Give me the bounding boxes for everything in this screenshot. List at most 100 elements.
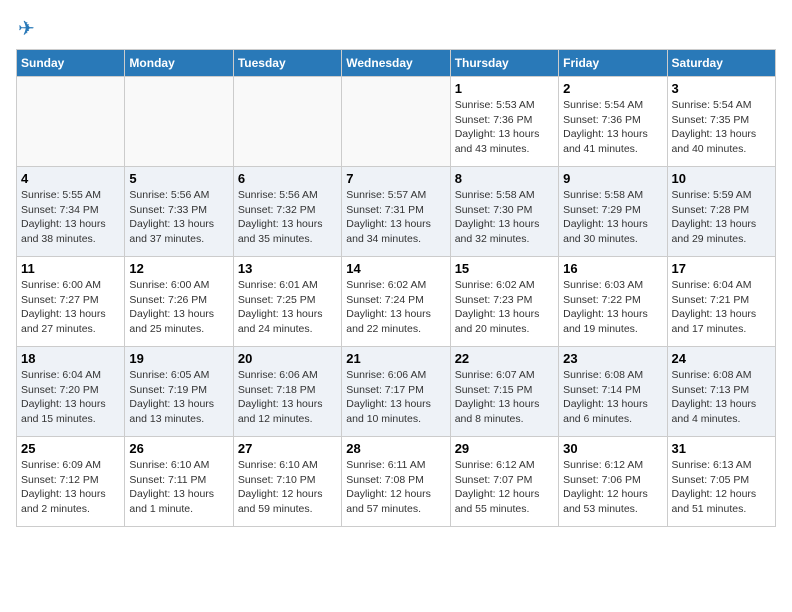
day-number: 8 bbox=[455, 171, 554, 186]
calendar-day-cell: 10 Sunrise: 5:59 AM Sunset: 7:28 PM Dayli… bbox=[667, 167, 775, 257]
day-number: 25 bbox=[21, 441, 120, 456]
day-info: Sunrise: 5:55 AM Sunset: 7:34 PM Dayligh… bbox=[21, 188, 120, 247]
day-info: Sunrise: 6:01 AM Sunset: 7:25 PM Dayligh… bbox=[238, 278, 337, 337]
weekday-header-tuesday: Tuesday bbox=[233, 50, 341, 77]
calendar-week-row: 1 Sunrise: 5:53 AM Sunset: 7:36 PM Daylig… bbox=[17, 77, 776, 167]
calendar-day-cell: 16 Sunrise: 6:03 AM Sunset: 7:22 PM Dayli… bbox=[559, 257, 667, 347]
calendar-day-cell: 31 Sunrise: 6:13 AM Sunset: 7:05 PM Dayli… bbox=[667, 437, 775, 527]
calendar-day-cell: 2 Sunrise: 5:54 AM Sunset: 7:36 PM Daylig… bbox=[559, 77, 667, 167]
calendar-day-cell bbox=[233, 77, 341, 167]
day-number: 1 bbox=[455, 81, 554, 96]
weekday-header-thursday: Thursday bbox=[450, 50, 558, 77]
day-number: 31 bbox=[672, 441, 771, 456]
calendar-day-cell: 19Sunrise: 6:05 AM Sunset: 7:19 PM Dayli… bbox=[125, 347, 233, 437]
day-number: 10 bbox=[672, 171, 771, 186]
calendar-day-cell: 18 Sunrise: 6:04 AM Sunset: 7:20 PM Dayli… bbox=[17, 347, 125, 437]
day-info: Sunrise: 6:07 AM Sunset: 7:15 PM Dayligh… bbox=[455, 368, 554, 427]
weekday-header-sunday: Sunday bbox=[17, 50, 125, 77]
calendar-week-row: 11Sunrise: 6:00 AM Sunset: 7:27 PM Dayli… bbox=[17, 257, 776, 347]
day-info: Sunrise: 6:08 AM Sunset: 7:13 PM Dayligh… bbox=[672, 368, 771, 427]
day-number: 12 bbox=[129, 261, 228, 276]
calendar-day-cell: 29 Sunrise: 6:12 AM Sunset: 7:07 PM Dayli… bbox=[450, 437, 558, 527]
day-number: 7 bbox=[346, 171, 445, 186]
day-number: 23 bbox=[563, 351, 662, 366]
calendar-week-row: 18 Sunrise: 6:04 AM Sunset: 7:20 PM Dayli… bbox=[17, 347, 776, 437]
day-info: Sunrise: 6:13 AM Sunset: 7:05 PM Dayligh… bbox=[672, 458, 771, 517]
day-info: Sunrise: 6:08 AM Sunset: 7:14 PM Dayligh… bbox=[563, 368, 662, 427]
calendar-day-cell: 3 Sunrise: 5:54 AM Sunset: 7:35 PM Daylig… bbox=[667, 77, 775, 167]
day-number: 13 bbox=[238, 261, 337, 276]
day-info: Sunrise: 5:58 AM Sunset: 7:29 PM Dayligh… bbox=[563, 188, 662, 247]
calendar-day-cell: 6Sunrise: 5:56 AM Sunset: 7:32 PM Daylig… bbox=[233, 167, 341, 257]
logo-bird-icon: ✈ bbox=[18, 16, 35, 41]
day-number: 3 bbox=[672, 81, 771, 96]
day-info: Sunrise: 5:58 AM Sunset: 7:30 PM Dayligh… bbox=[455, 188, 554, 247]
day-number: 9 bbox=[563, 171, 662, 186]
calendar-header-row: SundayMondayTuesdayWednesdayThursdayFrid… bbox=[17, 50, 776, 77]
day-info: Sunrise: 6:10 AM Sunset: 7:10 PM Dayligh… bbox=[238, 458, 337, 517]
calendar-day-cell: 27 Sunrise: 6:10 AM Sunset: 7:10 PM Dayli… bbox=[233, 437, 341, 527]
calendar-day-cell: 14 Sunrise: 6:02 AM Sunset: 7:24 PM Dayli… bbox=[342, 257, 450, 347]
day-number: 4 bbox=[21, 171, 120, 186]
calendar-day-cell: 7 Sunrise: 5:57 AM Sunset: 7:31 PM Daylig… bbox=[342, 167, 450, 257]
day-info: Sunrise: 6:02 AM Sunset: 7:24 PM Dayligh… bbox=[346, 278, 445, 337]
day-number: 2 bbox=[563, 81, 662, 96]
day-info: Sunrise: 5:54 AM Sunset: 7:36 PM Dayligh… bbox=[563, 98, 662, 157]
day-number: 16 bbox=[563, 261, 662, 276]
calendar-day-cell: 12 Sunrise: 6:00 AM Sunset: 7:26 PM Dayli… bbox=[125, 257, 233, 347]
day-info: Sunrise: 5:56 AM Sunset: 7:33 PM Dayligh… bbox=[129, 188, 228, 247]
day-info: Sunrise: 6:02 AM Sunset: 7:23 PM Dayligh… bbox=[455, 278, 554, 337]
day-info: Sunrise: 6:05 AM Sunset: 7:19 PM Dayligh… bbox=[129, 368, 228, 427]
day-info: Sunrise: 6:06 AM Sunset: 7:17 PM Dayligh… bbox=[346, 368, 445, 427]
day-number: 30 bbox=[563, 441, 662, 456]
calendar-day-cell: 26Sunrise: 6:10 AM Sunset: 7:11 PM Dayli… bbox=[125, 437, 233, 527]
calendar-day-cell: 11Sunrise: 6:00 AM Sunset: 7:27 PM Dayli… bbox=[17, 257, 125, 347]
calendar-day-cell: 21Sunrise: 6:06 AM Sunset: 7:17 PM Dayli… bbox=[342, 347, 450, 437]
day-number: 15 bbox=[455, 261, 554, 276]
calendar-day-cell: 22Sunrise: 6:07 AM Sunset: 7:15 PM Dayli… bbox=[450, 347, 558, 437]
day-number: 11 bbox=[21, 261, 120, 276]
day-info: Sunrise: 6:12 AM Sunset: 7:06 PM Dayligh… bbox=[563, 458, 662, 517]
day-info: Sunrise: 6:06 AM Sunset: 7:18 PM Dayligh… bbox=[238, 368, 337, 427]
calendar-day-cell: 28 Sunrise: 6:11 AM Sunset: 7:08 PM Dayli… bbox=[342, 437, 450, 527]
calendar-day-cell: 15 Sunrise: 6:02 AM Sunset: 7:23 PM Dayli… bbox=[450, 257, 558, 347]
day-info: Sunrise: 5:54 AM Sunset: 7:35 PM Dayligh… bbox=[672, 98, 771, 157]
day-info: Sunrise: 6:00 AM Sunset: 7:26 PM Dayligh… bbox=[129, 278, 228, 337]
day-number: 27 bbox=[238, 441, 337, 456]
day-info: Sunrise: 5:59 AM Sunset: 7:28 PM Dayligh… bbox=[672, 188, 771, 247]
calendar-day-cell: 30 Sunrise: 6:12 AM Sunset: 7:06 PM Dayli… bbox=[559, 437, 667, 527]
weekday-header-wednesday: Wednesday bbox=[342, 50, 450, 77]
calendar-day-cell bbox=[125, 77, 233, 167]
calendar-day-cell: 5 Sunrise: 5:56 AM Sunset: 7:33 PM Daylig… bbox=[125, 167, 233, 257]
day-info: Sunrise: 5:56 AM Sunset: 7:32 PM Dayligh… bbox=[238, 188, 337, 247]
day-number: 17 bbox=[672, 261, 771, 276]
day-number: 14 bbox=[346, 261, 445, 276]
calendar-day-cell: 17 Sunrise: 6:04 AM Sunset: 7:21 PM Dayli… bbox=[667, 257, 775, 347]
calendar-day-cell: 20 Sunrise: 6:06 AM Sunset: 7:18 PM Dayli… bbox=[233, 347, 341, 437]
day-info: Sunrise: 6:09 AM Sunset: 7:12 PM Dayligh… bbox=[21, 458, 120, 517]
day-number: 5 bbox=[129, 171, 228, 186]
logo: ✈ bbox=[16, 16, 35, 37]
day-number: 24 bbox=[672, 351, 771, 366]
calendar-day-cell: 4 Sunrise: 5:55 AM Sunset: 7:34 PM Daylig… bbox=[17, 167, 125, 257]
calendar-week-row: 4 Sunrise: 5:55 AM Sunset: 7:34 PM Daylig… bbox=[17, 167, 776, 257]
day-info: Sunrise: 6:12 AM Sunset: 7:07 PM Dayligh… bbox=[455, 458, 554, 517]
day-info: Sunrise: 5:57 AM Sunset: 7:31 PM Dayligh… bbox=[346, 188, 445, 247]
day-number: 20 bbox=[238, 351, 337, 366]
day-info: Sunrise: 5:53 AM Sunset: 7:36 PM Dayligh… bbox=[455, 98, 554, 157]
calendar-day-cell: 9 Sunrise: 5:58 AM Sunset: 7:29 PM Daylig… bbox=[559, 167, 667, 257]
day-number: 26 bbox=[129, 441, 228, 456]
calendar-week-row: 25 Sunrise: 6:09 AM Sunset: 7:12 PM Dayli… bbox=[17, 437, 776, 527]
calendar-day-cell bbox=[342, 77, 450, 167]
day-info: Sunrise: 6:11 AM Sunset: 7:08 PM Dayligh… bbox=[346, 458, 445, 517]
calendar-day-cell: 8 Sunrise: 5:58 AM Sunset: 7:30 PM Daylig… bbox=[450, 167, 558, 257]
weekday-header-friday: Friday bbox=[559, 50, 667, 77]
day-number: 29 bbox=[455, 441, 554, 456]
day-info: Sunrise: 6:04 AM Sunset: 7:21 PM Dayligh… bbox=[672, 278, 771, 337]
day-info: Sunrise: 6:04 AM Sunset: 7:20 PM Dayligh… bbox=[21, 368, 120, 427]
calendar-day-cell: 23 Sunrise: 6:08 AM Sunset: 7:14 PM Dayli… bbox=[559, 347, 667, 437]
calendar-day-cell: 1 Sunrise: 5:53 AM Sunset: 7:36 PM Daylig… bbox=[450, 77, 558, 167]
day-number: 18 bbox=[21, 351, 120, 366]
day-number: 28 bbox=[346, 441, 445, 456]
day-info: Sunrise: 6:03 AM Sunset: 7:22 PM Dayligh… bbox=[563, 278, 662, 337]
